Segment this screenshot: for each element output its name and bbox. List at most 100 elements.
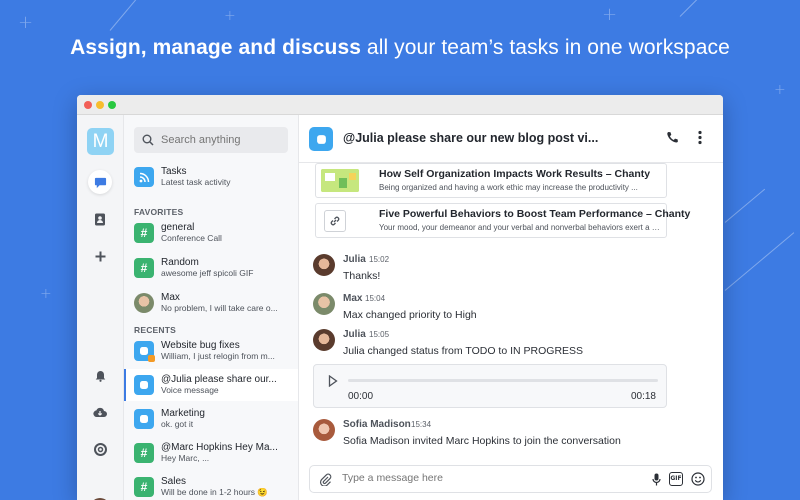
plus-decoration-icon: +: [18, 12, 34, 33]
message-author[interactable]: Julia: [343, 254, 366, 265]
sidebar-item-subtitle: William, I just relogin from m...: [161, 351, 275, 361]
sidebar-item-marc-hopkins[interactable]: # @Marc Hopkins Hey Ma... Hey Marc, ...: [124, 437, 298, 469]
link-thumbnail: [321, 169, 359, 192]
sidebar-item-random[interactable]: # Random awesome jeff spicoli GIF: [124, 252, 298, 284]
sidebar-item-subtitle: ok. got it: [161, 419, 194, 429]
link-preview-card[interactable]: Five Powerful Behaviors to Boost Team Pe…: [315, 203, 690, 238]
recents-heading: RECENTS: [134, 325, 177, 335]
sidebar-item-website-bug-fixes[interactable]: Website bug fixes William, I just relogi…: [124, 335, 298, 367]
message-list: How Self Organization Impacts Work Resul…: [299, 163, 723, 463]
message-text: Max changed priority to High: [343, 309, 477, 321]
chat-icon[interactable]: [88, 170, 112, 194]
sidebar-item-title: general: [161, 222, 195, 234]
sidebar-item-title: Sales: [161, 476, 187, 488]
headline: Assign, manage and discuss all your team…: [0, 36, 800, 60]
voice-duration: 00:18: [630, 391, 656, 402]
app-window: M Tasks: [77, 95, 723, 500]
plus-decoration-icon: +: [224, 8, 236, 24]
play-icon[interactable]: [328, 374, 338, 392]
sofia-avatar[interactable]: [313, 419, 335, 441]
plus-decoration-icon: +: [774, 82, 786, 98]
sidebar-item-title: Max: [161, 292, 180, 304]
gif-icon[interactable]: GIF: [669, 472, 683, 486]
link-title: Five Powerful Behaviors to Boost Team Pe…: [379, 208, 691, 220]
sidebar-item-title: @Julia please share our...: [161, 374, 277, 386]
plus-decoration-icon: +: [602, 4, 618, 25]
bell-icon[interactable]: [88, 364, 112, 388]
sidebar-item-sales[interactable]: # Sales Will be done in 1-2 hours 😉: [124, 471, 298, 500]
sidebar-item-title: Website bug fixes: [161, 340, 240, 352]
maximize-window-button[interactable]: [108, 101, 116, 109]
message-time: 15:02: [369, 255, 390, 264]
channel-hash-icon: #: [134, 258, 154, 278]
channel-task-icon: [134, 409, 154, 429]
sidebar-item-tasks[interactable]: Tasks Latest task activity: [124, 161, 298, 193]
message-time: 15:04: [365, 294, 386, 303]
diagonal-decoration: [109, 0, 140, 31]
sidebar-item-title: @Marc Hopkins Hey Ma...: [161, 442, 278, 454]
message-input[interactable]: [342, 472, 622, 484]
sidebar-item-marketing[interactable]: Marketing ok. got it: [124, 403, 298, 435]
sidebar-item-title: Random: [161, 257, 199, 269]
voice-progress-track[interactable]: [348, 379, 658, 382]
channel-hash-icon: #: [134, 443, 154, 463]
diagonal-decoration: [679, 0, 702, 17]
emoji-icon[interactable]: [691, 472, 705, 491]
sidebar-item-subtitle: awesome jeff spicoli GIF: [161, 268, 254, 278]
conversation-icon: [309, 127, 333, 151]
message-author[interactable]: Julia: [343, 329, 366, 340]
sidebar-item-subtitle: Will be done in 1-2 hours 😉: [161, 487, 268, 497]
link-description: Your mood, your demeanor and your verbal…: [379, 223, 661, 232]
julia-avatar[interactable]: [313, 254, 335, 276]
more-options-icon[interactable]: [696, 130, 704, 146]
attach-icon[interactable]: [319, 473, 332, 491]
link-preview-card[interactable]: How Self Organization Impacts Work Resul…: [315, 163, 667, 198]
message-author[interactable]: Sofia Madison: [343, 419, 411, 430]
unread-badge: [148, 355, 155, 362]
add-icon[interactable]: [88, 244, 112, 268]
channel-hash-icon: #: [134, 477, 154, 497]
message-author[interactable]: Max: [343, 293, 362, 304]
help-lifebuoy-icon[interactable]: [88, 437, 112, 461]
conversation-title: @Julia please share our new blog post vi…: [343, 131, 599, 145]
contacts-icon[interactable]: [88, 207, 112, 231]
message-time: 15:34: [411, 420, 432, 429]
julia-avatar[interactable]: [313, 329, 335, 351]
search-box[interactable]: [134, 127, 288, 153]
headline-bold: Assign, manage and discuss: [70, 36, 361, 59]
voice-message-player: 00:00 00:18: [313, 364, 667, 408]
workspace-badge[interactable]: M: [87, 128, 114, 155]
search-icon: [142, 134, 154, 146]
phone-icon[interactable]: [666, 131, 679, 149]
sidebar-item-julia-blog-post[interactable]: @Julia please share our... Voice message: [124, 369, 298, 401]
microphone-icon[interactable]: [652, 473, 661, 491]
sidebar-item-title: Marketing: [161, 408, 205, 420]
link-title: How Self Organization Impacts Work Resul…: [379, 168, 651, 180]
message-time: 15:05: [369, 330, 390, 339]
channel-hash-icon: #: [134, 223, 154, 243]
minimize-window-button[interactable]: [96, 101, 104, 109]
chat-header: @Julia please share our new blog post vi…: [299, 115, 723, 163]
sidebar-item-subtitle: Conference Call: [161, 233, 222, 243]
close-window-button[interactable]: [84, 101, 92, 109]
headline-regular: all your team’s tasks in one workspace: [361, 36, 730, 59]
sidebar-item-title: Tasks: [161, 166, 187, 178]
title-bar: [77, 95, 723, 115]
plus-decoration-icon: +: [40, 286, 52, 302]
message-text: Sofia Madison invited Marc Hopkins to jo…: [343, 435, 621, 447]
app-rail: M: [77, 115, 124, 500]
max-avatar: [134, 293, 154, 313]
sidebar-item-subtitle: Hey Marc, ...: [161, 453, 210, 463]
diagonal-decoration: [724, 188, 766, 223]
voice-current-time: 00:00: [348, 391, 374, 402]
channel-task-icon: [134, 375, 154, 395]
favorites-heading: FAVORITES: [134, 207, 184, 217]
link-description: Being organized and having a work ethic …: [379, 183, 638, 192]
sidebar-item-max[interactable]: Max No problem, I will take care o...: [124, 287, 298, 319]
sidebar-item-general[interactable]: # general Conference Call: [124, 217, 298, 249]
message-text: Julia changed status from TODO to IN PRO…: [343, 345, 584, 357]
search-input[interactable]: [161, 134, 271, 146]
cloud-download-icon[interactable]: [88, 400, 112, 424]
max-avatar[interactable]: [313, 293, 335, 315]
sidebar-item-subtitle: Latest task activity: [161, 177, 231, 187]
